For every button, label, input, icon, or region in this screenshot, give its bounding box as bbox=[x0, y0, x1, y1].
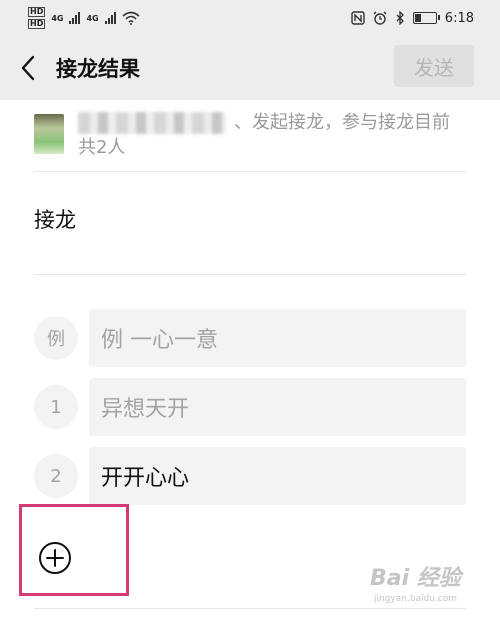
avatar bbox=[34, 114, 64, 154]
status-right: 6:18 bbox=[351, 11, 474, 26]
battery-icon bbox=[412, 12, 440, 24]
watermark-url: jingyan.baidu.com bbox=[374, 594, 458, 604]
wifi-icon bbox=[122, 11, 140, 25]
network-label-1: 4G bbox=[51, 13, 64, 23]
header-bar: 接龙结果 发送 bbox=[0, 36, 500, 100]
add-entry-highlight bbox=[19, 504, 129, 596]
status-time: 6:18 bbox=[444, 10, 474, 26]
entry-number-badge: 2 bbox=[34, 454, 78, 498]
divider bbox=[34, 608, 466, 609]
entry-number-badge: 例 bbox=[34, 316, 78, 360]
back-button[interactable] bbox=[0, 36, 56, 100]
signal-icon-2 bbox=[104, 12, 116, 24]
entry-row-2: 2 开开心心 bbox=[34, 447, 466, 505]
entry-row-example: 例 例 一心一意 bbox=[34, 309, 466, 367]
alarm-icon bbox=[373, 11, 387, 25]
entry-number-badge: 1 bbox=[34, 385, 78, 429]
signal-icon-1 bbox=[69, 12, 81, 24]
initiator-text: 、发起接龙，参与接龙目前共2人 bbox=[78, 112, 450, 158]
network-label-2: 4G bbox=[86, 13, 99, 23]
status-bar: HD HD 4G 4G 6:18 bbox=[0, 0, 500, 36]
topic-section: 接龙 bbox=[34, 172, 466, 275]
entry-input[interactable]: 开开心心 bbox=[89, 447, 466, 505]
hd-badge-1: HD bbox=[28, 7, 46, 17]
watermark-logo: Bai 经验 bbox=[370, 566, 461, 591]
entry-input[interactable]: 例 一心一意 bbox=[89, 309, 466, 367]
entry-input[interactable]: 异想天开 bbox=[89, 378, 466, 436]
entry-row-1: 1 异想天开 bbox=[34, 378, 466, 436]
topic-title: 接龙 bbox=[34, 208, 76, 232]
bluetooth-icon bbox=[396, 11, 404, 25]
send-button[interactable]: 发送 bbox=[394, 45, 474, 87]
nfc-icon bbox=[351, 11, 365, 25]
status-left: HD HD 4G 4G bbox=[28, 7, 140, 29]
hd-badge-2: HD bbox=[28, 19, 46, 29]
initiator-info: 、发起接龙，参与接龙目前共2人 bbox=[34, 104, 466, 172]
chevron-left-icon bbox=[21, 55, 35, 81]
watermark: Bai 经验 jingyan.baidu.com bbox=[370, 560, 470, 610]
add-entry-button[interactable] bbox=[38, 541, 72, 575]
hd-indicators: HD HD bbox=[28, 7, 46, 29]
page-title: 接龙结果 bbox=[56, 57, 140, 81]
